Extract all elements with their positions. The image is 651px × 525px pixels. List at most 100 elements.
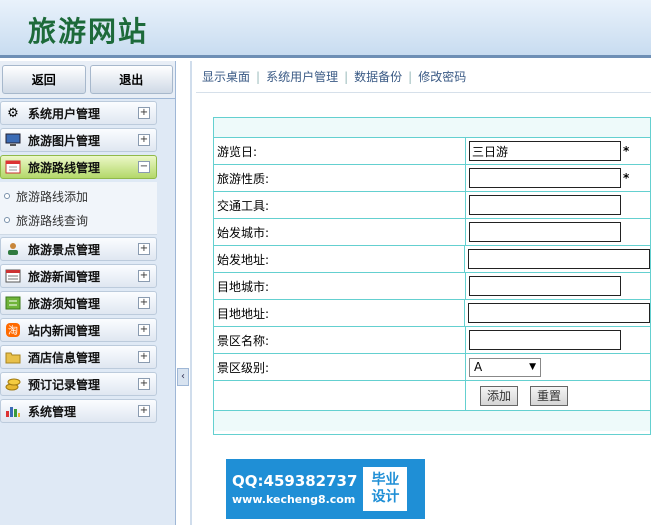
required-mark: * bbox=[623, 144, 630, 158]
form-row: 目地城市: bbox=[214, 273, 650, 300]
sidebar-item-label: 系统管理 bbox=[28, 404, 77, 419]
sidebar-item-booking-records[interactable]: 预订记录管理 + bbox=[0, 372, 157, 396]
destination-city-input[interactable] bbox=[469, 276, 621, 296]
sidebar-item-label: 酒店信息管理 bbox=[28, 350, 101, 365]
origin-address-input[interactable] bbox=[468, 249, 650, 269]
nav-data-backup[interactable]: 数据备份 bbox=[348, 68, 408, 85]
sidebar-menu: ⚙ 系统用户管理 + 旅游图片管理 + 旅游路线管理 − 旅游路线添加 旅游路线… bbox=[0, 101, 157, 423]
back-button[interactable]: 返回 bbox=[2, 65, 86, 94]
sidebar-item-scenic-spots[interactable]: 旅游景点管理 + bbox=[0, 237, 157, 261]
scenic-name-input[interactable] bbox=[469, 330, 621, 350]
expand-icon[interactable]: + bbox=[138, 405, 150, 417]
notice-icon bbox=[4, 295, 22, 311]
watermark-badge-line2: 设计 bbox=[371, 489, 400, 505]
field-value-cell bbox=[466, 327, 650, 353]
buttons-cell: 添加 重置 bbox=[466, 381, 650, 410]
form-row: 交通工具: bbox=[214, 192, 650, 219]
expand-icon[interactable]: + bbox=[138, 243, 150, 255]
origin-city-input[interactable] bbox=[469, 222, 621, 242]
field-label: 游览日: bbox=[214, 138, 466, 164]
tour-days-input[interactable]: 三日游 bbox=[469, 141, 621, 161]
logout-button[interactable]: 退出 bbox=[89, 65, 173, 94]
watermark-qq: QQ:459382737 bbox=[232, 472, 358, 490]
nav-change-password[interactable]: 修改密码 bbox=[412, 68, 472, 85]
submenu-item-label: 旅游路线查询 bbox=[16, 213, 89, 228]
route-form: 游览日: 三日游 * 旅游性质: * 交通工具: 始发城市: 始发地址: 目地城… bbox=[213, 117, 651, 435]
reset-button[interactable]: 重置 bbox=[530, 385, 569, 406]
collapse-icon[interactable]: − bbox=[138, 161, 150, 173]
expand-icon[interactable]: + bbox=[138, 378, 150, 390]
sidebar-item-label: 旅游新闻管理 bbox=[28, 269, 101, 284]
watermark-text: QQ:459382737 www.kecheng8.com bbox=[232, 472, 357, 506]
required-mark: * bbox=[623, 171, 630, 185]
watermark-banner: QQ:459382737 www.kecheng8.com 毕业 设计 bbox=[226, 459, 425, 519]
bullet-icon bbox=[4, 193, 10, 199]
field-value-cell bbox=[465, 246, 650, 272]
submenu-item-add-route[interactable]: 旅游路线添加 bbox=[0, 184, 157, 208]
site-title: 旅游网站 bbox=[28, 15, 149, 48]
sidebar-item-label: 预订记录管理 bbox=[28, 377, 101, 392]
add-button[interactable]: 添加 bbox=[480, 385, 519, 406]
gear-icon: ⚙ bbox=[7, 105, 19, 121]
bullet-icon bbox=[4, 217, 10, 223]
submenu-item-query-route[interactable]: 旅游路线查询 bbox=[0, 208, 157, 232]
expand-icon[interactable]: + bbox=[138, 107, 150, 119]
field-label: 景区级别: bbox=[214, 354, 466, 380]
select-value: A bbox=[474, 360, 483, 374]
destination-address-input[interactable] bbox=[468, 303, 650, 323]
form-row: 旅游性质: * bbox=[214, 165, 650, 192]
scenic-level-select[interactable]: A ▼ bbox=[469, 357, 541, 377]
calendar-icon bbox=[4, 159, 22, 175]
submenu-travel-routes: 旅游路线添加 旅游路线查询 bbox=[0, 182, 157, 235]
header: 旅游网站 bbox=[0, 0, 651, 58]
field-value-cell: 三日游 * bbox=[466, 138, 650, 164]
form-row: 游览日: 三日游 * bbox=[214, 138, 650, 165]
sidebar-item-travel-news[interactable]: 旅游新闻管理 + bbox=[0, 264, 157, 288]
field-value-cell bbox=[466, 192, 650, 218]
form-header bbox=[214, 118, 650, 138]
field-label: 目地城市: bbox=[214, 273, 466, 299]
field-value-cell bbox=[466, 273, 650, 299]
field-value-cell bbox=[465, 300, 650, 326]
expand-icon[interactable]: + bbox=[138, 324, 150, 336]
sidebar-item-hotel-info[interactable]: 酒店信息管理 + bbox=[0, 345, 157, 369]
nav-system-users[interactable]: 系统用户管理 bbox=[260, 68, 344, 85]
form-row: 景区级别: A ▼ bbox=[214, 354, 650, 381]
transport-input[interactable] bbox=[469, 195, 621, 215]
field-value-cell: A ▼ bbox=[466, 354, 650, 380]
nav-show-desktop[interactable]: 显示桌面 bbox=[196, 68, 256, 85]
watermark-badge: 毕业 设计 bbox=[363, 467, 408, 511]
bar-chart-icon bbox=[4, 403, 22, 419]
expand-icon[interactable]: + bbox=[138, 351, 150, 363]
field-label: 始发城市: bbox=[214, 219, 466, 245]
sidebar-collapse-handle[interactable]: ‹ bbox=[177, 368, 189, 386]
empty-cell bbox=[214, 381, 466, 410]
coins-icon bbox=[4, 376, 22, 392]
sidebar-item-site-news[interactable]: 淘 站内新闻管理 + bbox=[0, 318, 157, 342]
dropdown-arrow-icon: ▼ bbox=[529, 362, 536, 372]
sidebar-item-system-admin[interactable]: 系统管理 + bbox=[0, 399, 157, 423]
field-value-cell bbox=[466, 219, 650, 245]
sidebar-item-label: 站内新闻管理 bbox=[28, 323, 101, 338]
expand-icon[interactable]: + bbox=[138, 270, 150, 282]
field-label: 始发地址: bbox=[214, 246, 465, 272]
folder-icon bbox=[4, 349, 22, 365]
sidebar-item-travel-images[interactable]: 旅游图片管理 + bbox=[0, 128, 157, 152]
expand-icon[interactable]: + bbox=[138, 297, 150, 309]
watermark-url: www.kecheng8.com bbox=[232, 493, 356, 506]
expand-icon[interactable]: + bbox=[138, 134, 150, 146]
sidebar-top-buttons: 返回 退出 bbox=[0, 61, 175, 99]
top-nav: 显示桌面 | 系统用户管理 | 数据备份 | 修改密码 bbox=[196, 61, 651, 93]
sidebar-item-system-users[interactable]: ⚙ 系统用户管理 + bbox=[0, 101, 157, 125]
field-label: 景区名称: bbox=[214, 327, 466, 353]
sidebar-item-travel-routes[interactable]: 旅游路线管理 − bbox=[0, 155, 157, 179]
tour-type-input[interactable] bbox=[469, 168, 621, 188]
sidebar-item-travel-notice[interactable]: 旅游须知管理 + bbox=[0, 291, 157, 315]
svg-text:淘: 淘 bbox=[8, 324, 18, 337]
watermark-badge-line1: 毕业 bbox=[371, 472, 400, 488]
form-row: 景区名称: bbox=[214, 327, 650, 354]
form-row: 目地地址: bbox=[214, 300, 650, 327]
form-row: 始发地址: bbox=[214, 246, 650, 273]
sidebar: 返回 退出 ⚙ 系统用户管理 + 旅游图片管理 + 旅游路线管理 − 旅游路线添… bbox=[0, 61, 176, 525]
sidebar-item-label: 旅游图片管理 bbox=[28, 133, 101, 148]
